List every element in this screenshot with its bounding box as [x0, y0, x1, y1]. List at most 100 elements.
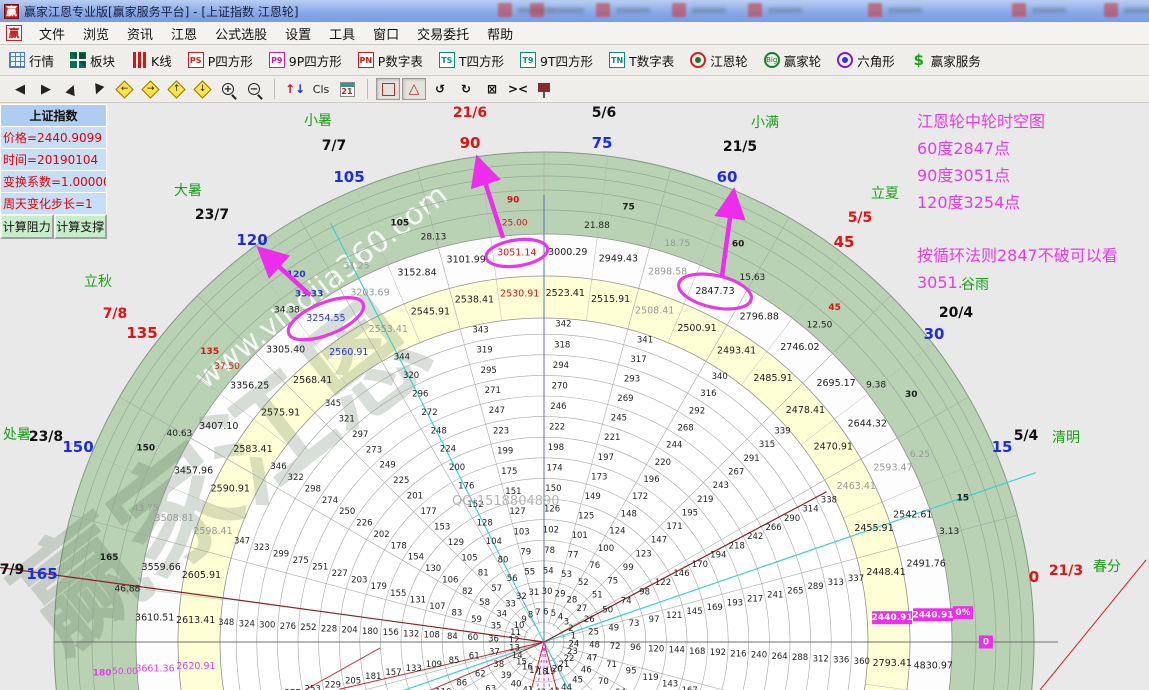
- wheel-label-5/4: 5/4: [1014, 428, 1039, 444]
- svg-text:52: 52: [578, 578, 589, 588]
- svg-text:71: 71: [606, 660, 617, 670]
- wheel-label-立秋: 立秋: [84, 271, 112, 291]
- wheel-label-23/8: 23/8: [29, 429, 63, 445]
- wheel-label-150: 150: [62, 438, 93, 456]
- svg-text:4: 4: [558, 613, 563, 623]
- svg-text:21.88: 21.88: [584, 221, 610, 231]
- svg-text:70: 70: [598, 677, 609, 687]
- wheel-label-0: 0: [1029, 568, 1039, 586]
- svg-text:31: 31: [528, 588, 539, 598]
- svg-text:298: 298: [305, 485, 321, 495]
- svg-text:228: 228: [321, 624, 337, 634]
- svg-text:345: 345: [325, 399, 341, 409]
- svg-text:73: 73: [629, 619, 640, 629]
- calc-resistance-button[interactable]: 计算阻力: [0, 214, 54, 239]
- svg-text:295: 295: [481, 366, 497, 376]
- svg-text:169: 169: [707, 603, 723, 613]
- svg-text:2605.91: 2605.91: [182, 570, 221, 581]
- svg-text:0%: 0%: [955, 608, 970, 618]
- svg-text:174: 174: [546, 464, 562, 474]
- svg-text:337: 337: [848, 574, 864, 584]
- svg-text:104: 104: [486, 537, 502, 547]
- svg-text:224: 224: [440, 445, 456, 455]
- svg-text:135: 135: [200, 347, 219, 357]
- wheel-label-立夏: 立夏: [871, 183, 899, 203]
- svg-text:98: 98: [639, 587, 650, 597]
- svg-text:360: 360: [854, 657, 870, 667]
- svg-text:27: 27: [576, 604, 587, 614]
- svg-text:201: 201: [407, 492, 423, 502]
- svg-text:346: 346: [270, 462, 286, 472]
- svg-text:252: 252: [300, 623, 316, 633]
- svg-text:173: 173: [591, 472, 607, 482]
- wheel-label-135: 135: [126, 324, 157, 342]
- svg-text:51: 51: [592, 590, 603, 600]
- svg-text:3508.81: 3508.81: [155, 513, 194, 524]
- svg-text:2620.91: 2620.91: [176, 661, 215, 672]
- svg-text:192: 192: [710, 648, 726, 658]
- svg-text:196: 196: [643, 475, 659, 485]
- wheel-label-21/6: 21/6: [453, 105, 487, 121]
- svg-text:57: 57: [491, 584, 502, 594]
- svg-text:155: 155: [390, 589, 406, 599]
- svg-text:121: 121: [666, 611, 682, 621]
- wheel-label-7/7: 7/7: [322, 138, 347, 154]
- svg-text:36: 36: [488, 634, 499, 644]
- svg-text:147: 147: [651, 536, 667, 546]
- svg-text:265: 265: [787, 586, 803, 596]
- calc-support-button[interactable]: 计算支撑: [54, 214, 108, 239]
- svg-text:46.88: 46.88: [115, 585, 141, 595]
- svg-text:2440.91: 2440.91: [913, 610, 954, 620]
- svg-text:97: 97: [649, 615, 660, 625]
- svg-text:103: 103: [513, 527, 529, 537]
- svg-text:7: 7: [535, 608, 540, 618]
- svg-text:199: 199: [497, 447, 513, 457]
- svg-text:179: 179: [371, 582, 387, 592]
- svg-text:275: 275: [293, 556, 309, 566]
- svg-text:3610.51: 3610.51: [135, 613, 174, 624]
- svg-text:28.13: 28.13: [421, 232, 447, 242]
- wheel-label-7/8: 7/8: [103, 306, 128, 322]
- svg-text:2523.41: 2523.41: [546, 288, 585, 299]
- wheel-label-21/5: 21/5: [723, 139, 757, 155]
- svg-text:338: 338: [821, 495, 837, 505]
- svg-text:48: 48: [589, 641, 600, 651]
- gann-wheel-chart[interactable]: 赢家江恩www.yingjia360.comwww.yingjia360.com…: [0, 0, 1149, 690]
- svg-text:37: 37: [489, 648, 500, 658]
- svg-text:119: 119: [642, 673, 658, 683]
- svg-text:274: 274: [322, 496, 338, 506]
- svg-text:170: 170: [692, 560, 708, 570]
- svg-text:45: 45: [572, 675, 583, 685]
- svg-text:2593.47: 2593.47: [873, 463, 912, 474]
- svg-text:148: 148: [621, 509, 637, 519]
- svg-text:320: 320: [403, 371, 419, 381]
- svg-text:3356.25: 3356.25: [230, 381, 269, 392]
- svg-text:18.75: 18.75: [664, 239, 690, 249]
- svg-text:223: 223: [493, 426, 509, 436]
- svg-text:43.75: 43.75: [133, 504, 159, 514]
- svg-text:344: 344: [394, 353, 410, 363]
- svg-text:2530.91: 2530.91: [500, 288, 539, 299]
- svg-text:150: 150: [545, 484, 561, 494]
- svg-text:2500.91: 2500.91: [677, 323, 716, 334]
- svg-text:60: 60: [467, 633, 478, 643]
- svg-text:146: 146: [673, 569, 689, 579]
- svg-text:40.63: 40.63: [167, 429, 193, 439]
- svg-text:288: 288: [792, 653, 808, 663]
- svg-text:297: 297: [352, 430, 368, 440]
- wheel-label-7/9: 7/9: [0, 562, 24, 578]
- analysis-annotation: 江恩轮中轮时空图60度2847点90度3051点120度3254点按循环法则28…: [917, 108, 1118, 296]
- svg-text:4830.97: 4830.97: [914, 660, 953, 671]
- svg-text:341: 341: [637, 336, 653, 346]
- svg-text:2493.41: 2493.41: [717, 346, 756, 357]
- annotation-line: 60度2847点: [917, 135, 1118, 162]
- svg-text:177: 177: [420, 507, 436, 517]
- svg-text:8: 8: [528, 611, 533, 621]
- svg-text:217: 217: [747, 595, 763, 605]
- svg-text:154: 154: [408, 553, 424, 563]
- svg-text:249: 249: [379, 461, 395, 471]
- svg-text:105: 105: [461, 553, 477, 563]
- svg-text:172: 172: [632, 492, 648, 502]
- svg-text:3152.84: 3152.84: [397, 268, 436, 279]
- svg-text:72: 72: [610, 642, 621, 652]
